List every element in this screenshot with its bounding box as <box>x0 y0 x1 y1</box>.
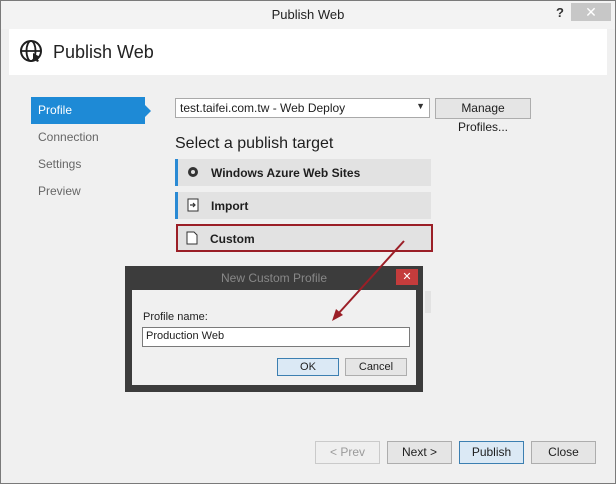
next-button[interactable]: Next > <box>387 441 452 464</box>
obscured-target-edge <box>425 291 431 313</box>
target-label: Custom <box>210 232 255 246</box>
section-heading: Select a publish target <box>175 135 334 152</box>
header-banner: Publish Web <box>9 29 607 75</box>
prev-button[interactable]: < Prev <box>315 441 380 464</box>
profile-name-input[interactable]: Production Web <box>142 327 410 347</box>
dialog-close-button[interactable]: ✕ <box>396 269 418 285</box>
publish-web-window: Publish Web ? ✕ Publish Web Profile Conn… <box>0 0 616 484</box>
manage-profiles-button[interactable]: Manage Profiles... <box>435 98 531 134</box>
target-azure-web-sites[interactable]: Windows Azure Web Sites <box>175 159 431 186</box>
nav-item-settings[interactable]: Settings <box>31 151 151 178</box>
window-close-button[interactable]: ✕ <box>571 3 611 21</box>
profile-dropdown[interactable]: test.taifei.com.tw - Web Deploy ▼ <box>175 98 430 118</box>
ok-button[interactable]: OK <box>277 358 339 376</box>
azure-icon <box>188 167 198 177</box>
profile-name-label: Profile name: <box>143 311 208 323</box>
title-bar: Publish Web ? ✕ <box>1 1 615 29</box>
target-custom[interactable]: Custom <box>176 224 433 252</box>
profile-dropdown-value: test.taifei.com.tw - Web Deploy <box>180 101 346 115</box>
globe-icon <box>20 40 42 62</box>
chevron-down-icon: ▼ <box>416 101 425 111</box>
document-icon <box>186 231 198 245</box>
page-title: Publish Web <box>53 42 154 62</box>
nav-item-profile[interactable]: Profile <box>31 97 151 124</box>
nav-item-preview[interactable]: Preview <box>31 178 151 205</box>
cancel-button[interactable]: Cancel <box>345 358 407 376</box>
nav-item-connection[interactable]: Connection <box>31 124 151 151</box>
window-title: Publish Web <box>271 7 345 22</box>
target-label: Windows Azure Web Sites <box>211 166 361 180</box>
wizard-nav: Profile Connection Settings Preview <box>31 97 151 205</box>
dialog-title: New Custom Profile <box>220 271 328 285</box>
target-import[interactable]: Import <box>175 192 431 219</box>
help-button[interactable]: ? <box>553 5 567 23</box>
publish-button[interactable]: Publish <box>459 441 524 464</box>
target-label: Import <box>211 199 249 213</box>
close-button[interactable]: Close <box>531 441 596 464</box>
import-icon <box>187 198 199 212</box>
